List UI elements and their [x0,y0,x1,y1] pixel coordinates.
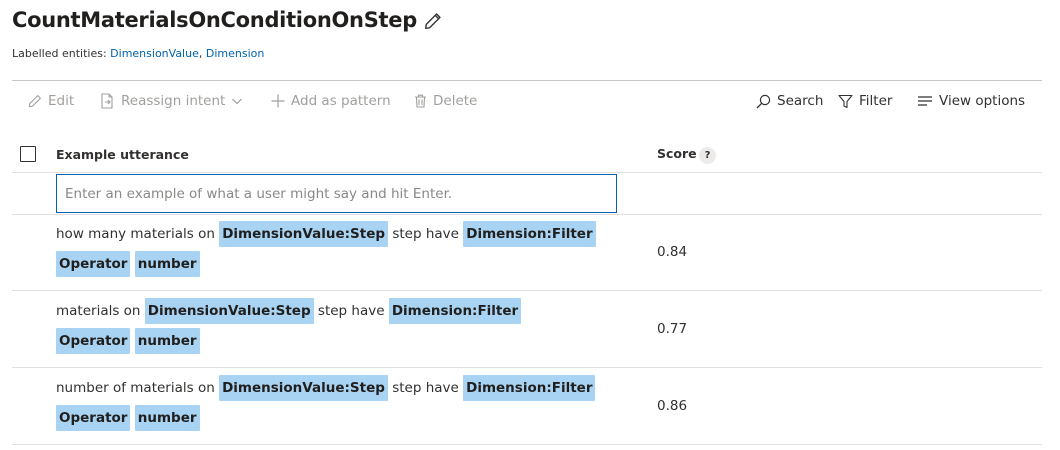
reassign-intent-button[interactable]: Reassign intent [100,84,243,118]
header-divider [12,172,1042,173]
intent-title: CountMaterialsOnConditionOnStep [12,8,417,32]
search-button[interactable]: Search [756,84,823,118]
reassign-intent-label: Reassign intent [121,93,226,109]
entity-link-dimension[interactable]: Dimension [206,47,264,60]
command-bar: Edit Reassign intent Add as pattern Dele… [0,84,1060,118]
entity-label[interactable]: DimensionValue:Step [144,298,314,324]
reassign-document-icon [101,93,113,109]
score-value: 0.77 [657,321,688,337]
column-header-score[interactable]: Score [657,146,697,161]
entity-link-dimensionvalue[interactable]: DimensionValue [110,47,199,60]
entity-label[interactable]: Dimension:Filter [463,221,596,247]
chevron-down-icon [232,98,243,105]
toolbar-divider [12,80,1042,81]
row-divider [12,290,1042,291]
entity-label[interactable]: Dimension:Filter [463,375,596,401]
pencil-icon [28,95,41,108]
labelled-entities-label: Labelled entities: [12,47,107,60]
utterance-text: step have [392,226,459,242]
score-value: 0.86 [657,398,688,414]
labelled-entities: Labelled entities: DimensionValue, Dimen… [12,47,265,60]
entity-label[interactable]: number [134,405,200,431]
entity-label[interactable]: DimensionValue:Step [219,221,389,247]
plus-icon [271,94,285,108]
view-options-icon [918,96,932,106]
utterance-row-3[interactable]: number of materials on DimensionValue:St… [56,373,596,433]
column-header-utterance[interactable]: Example utterance [56,147,189,162]
filter-button[interactable]: Filter [838,84,892,118]
utterance-text: how many materials on [56,226,215,242]
score-value: 0.84 [657,244,688,260]
edit-button[interactable]: Edit [28,84,74,118]
entity-label[interactable]: Operator [56,251,131,277]
row-divider [12,444,1042,445]
filter-icon [838,94,853,108]
new-utterance-input[interactable] [56,174,617,213]
entity-label[interactable]: Dimension:Filter [388,298,522,324]
trash-icon [415,94,426,108]
add-as-pattern-button[interactable]: Add as pattern [271,84,391,118]
row-divider [12,214,1042,215]
view-options-button[interactable]: View options [917,84,1025,118]
delete-label: Delete [433,93,478,109]
entity-label[interactable]: Operator [56,328,131,354]
utterance-row-1[interactable]: how many materials on DimensionValue:Ste… [56,219,596,279]
row-divider [12,367,1042,368]
title-row: CountMaterialsOnConditionOnStep [12,8,442,32]
utterance-text: step have [392,380,459,396]
search-label: Search [777,93,824,109]
view-options-label: View options [939,93,1026,109]
entity-label[interactable]: Operator [56,405,131,431]
entity-label[interactable]: number [134,251,200,277]
entity-label[interactable]: DimensionValue:Step [219,375,388,401]
pencil-icon[interactable] [424,12,442,30]
edit-label: Edit [48,93,75,109]
select-all-checkbox[interactable] [20,146,36,162]
utterance-text: step have [317,303,385,319]
add-as-pattern-label: Add as pattern [291,93,391,109]
utterance-text: number of materials on [56,380,215,396]
help-icon[interactable]: ? [699,147,716,164]
filter-label: Filter [859,93,893,109]
entity-label[interactable]: number [134,328,200,354]
search-icon [756,94,771,108]
delete-button[interactable]: Delete [414,84,477,118]
utterance-text: materials on [56,303,141,319]
utterance-row-2[interactable]: materials on DimensionValue:Step step ha… [56,296,596,356]
